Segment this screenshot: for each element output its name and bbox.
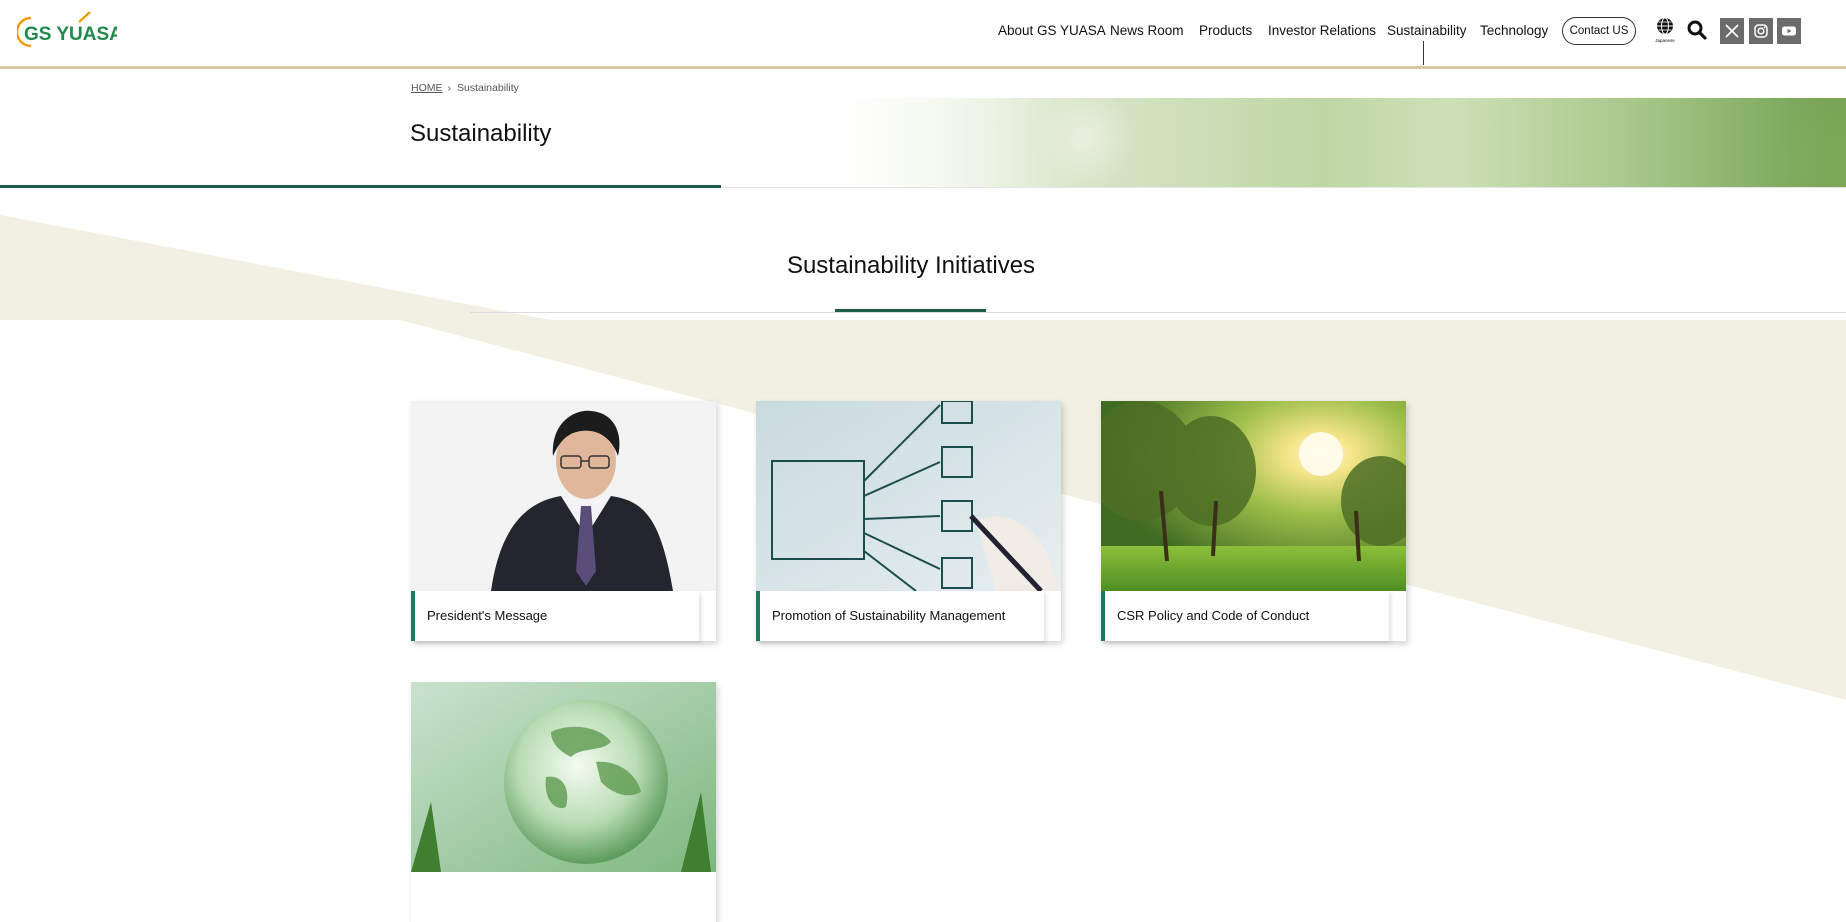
card-label: Promotion of Sustainability Management: [756, 591, 1044, 641]
nav-products[interactable]: Products: [1199, 23, 1252, 38]
card-presidents-message[interactable]: President's Message: [411, 401, 716, 641]
breadcrumb-chevron-icon: ›: [447, 82, 452, 94]
site-header: GS YUASA About GS YUASA News Room Produc…: [0, 0, 1846, 69]
card-label: CSR Policy and Code of Conduct: [1101, 591, 1389, 641]
section-underline: [835, 309, 986, 312]
instagram-icon[interactable]: [1749, 18, 1773, 44]
sunlit-forest: [1101, 401, 1406, 591]
globe-icon: [1657, 17, 1673, 35]
glass-globe: [411, 682, 716, 872]
youtube-icon[interactable]: [1777, 18, 1801, 44]
breadcrumb-current: Sustainability: [457, 82, 519, 94]
nav-sustainability[interactable]: Sustainability: [1387, 23, 1467, 38]
card-label: President's Message: [411, 591, 699, 641]
breadcrumb: HOME › Sustainability: [411, 82, 519, 94]
page-title: Sustainability: [410, 120, 552, 147]
nav-active-indicator: [1423, 41, 1424, 65]
banner-leaf-photo: [800, 98, 1846, 188]
nav-investor-relations[interactable]: Investor Relations: [1268, 23, 1376, 38]
card-sustainability-management[interactable]: Promotion of Sustainability Management: [756, 401, 1061, 641]
nav-technology[interactable]: Technology: [1480, 23, 1548, 38]
card-environment[interactable]: [411, 682, 716, 922]
gs-yuasa-logo[interactable]: GS YUASA: [17, 10, 117, 50]
president-photo: [411, 401, 716, 591]
language-label: Japanese: [1655, 38, 1675, 43]
nav-news-room[interactable]: News Room: [1110, 23, 1184, 38]
flowchart-drawing: [756, 401, 1061, 591]
section-rule: [470, 312, 1846, 313]
search-icon[interactable]: [1687, 20, 1707, 40]
language-switch[interactable]: Japanese: [1652, 17, 1678, 47]
nav-about[interactable]: About GS YUASA: [998, 23, 1106, 38]
x-icon[interactable]: [1720, 18, 1744, 44]
contact-us-button[interactable]: Contact US: [1562, 17, 1636, 45]
logo-text: GS YUASA: [24, 24, 117, 45]
section-title: Sustainability Initiatives: [786, 252, 1036, 279]
breadcrumb-home-link[interactable]: HOME: [411, 82, 443, 94]
title-banner: [0, 98, 1846, 188]
card-csr-policy[interactable]: CSR Policy and Code of Conduct: [1101, 401, 1406, 641]
